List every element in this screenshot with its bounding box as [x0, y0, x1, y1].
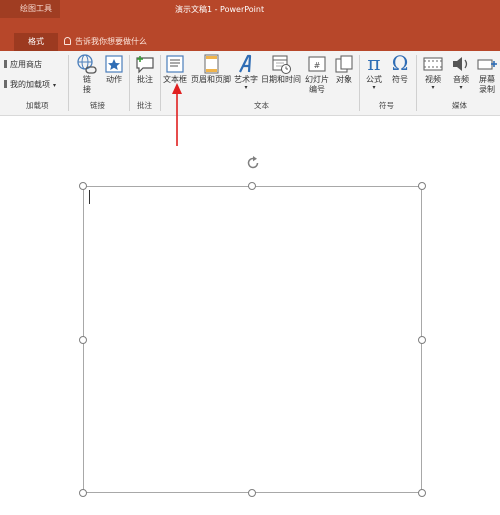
svg-text:#: # — [314, 61, 321, 70]
group-label-comments: 批注 — [137, 101, 152, 110]
equation-button[interactable]: π 公式 ▾ — [362, 51, 386, 91]
resize-handle-top[interactable] — [248, 182, 256, 190]
video-button[interactable]: 视频 ▾ — [420, 53, 446, 91]
symbol-label: 符号 — [392, 75, 408, 84]
text-cursor — [89, 190, 90, 204]
textbox-frame[interactable] — [83, 186, 422, 493]
chevron-down-icon: ▾ — [372, 84, 376, 91]
rotate-handle-icon[interactable] — [245, 155, 261, 171]
textbox-button[interactable]: 文本框 — [162, 53, 188, 85]
group-label-symbols: 符号 — [379, 101, 394, 110]
resize-handle-bottom-right[interactable] — [418, 489, 426, 497]
resize-handle-left[interactable] — [79, 336, 87, 344]
group-label-media: 媒体 — [452, 101, 467, 110]
chevron-down-icon: ▾ — [244, 84, 248, 91]
video-icon — [423, 57, 443, 71]
group-separator — [160, 55, 161, 111]
resize-handle-bottom-left[interactable] — [79, 489, 87, 497]
slide-number-label-2: 编号 — [309, 85, 325, 94]
ribbon: 应用商店 我的加载项 ▾ 加载项 链 接 动作 链接 批注 批注 文本框 页眉和… — [0, 51, 500, 116]
drawing-tools-context-label: 绘图工具 — [0, 0, 60, 18]
wordart-icon — [239, 54, 252, 73]
window-title: 演示文稿1 - PowerPoint — [175, 5, 265, 14]
resize-handle-top-right[interactable] — [418, 182, 426, 190]
link-icon — [77, 54, 97, 74]
tell-me-search[interactable]: 告诉我你想要做什么 — [64, 33, 147, 51]
wordart-button[interactable]: 艺术字 ▾ — [233, 53, 259, 91]
link-label-2: 接 — [83, 85, 91, 94]
chevron-down-icon: ▾ — [459, 84, 463, 91]
slide-number-icon: # — [308, 56, 326, 72]
pi-icon: π — [367, 51, 381, 75]
my-addins-button[interactable]: 我的加载项 ▾ — [4, 79, 56, 90]
datetime-label: 日期和时间 — [261, 75, 301, 84]
screen-recording-button[interactable]: 屏幕 录制 — [474, 53, 500, 95]
header-footer-icon — [204, 54, 219, 74]
textbox-label: 文本框 — [163, 75, 187, 84]
screen-recording-icon — [477, 59, 497, 70]
object-button[interactable]: 对象 — [332, 53, 356, 85]
group-separator — [68, 55, 69, 111]
action-icon — [105, 55, 123, 73]
audio-button[interactable]: 音频 ▾ — [448, 53, 474, 91]
comment-label: 批注 — [137, 75, 153, 84]
title-bar: 绘图工具 演示文稿1 - PowerPoint — [0, 0, 500, 33]
object-icon — [335, 55, 353, 73]
link-label-1: 链 — [83, 75, 91, 84]
action-label: 动作 — [106, 75, 122, 84]
group-label-text: 文本 — [254, 101, 269, 110]
omega-icon: Ω — [391, 51, 409, 75]
store-button[interactable]: 应用商店 — [4, 59, 42, 70]
resize-handle-top-left[interactable] — [79, 182, 87, 190]
my-addins-label: 我的加载项 — [10, 80, 50, 89]
screen-recording-label-1: 屏幕 — [479, 75, 495, 84]
link-button[interactable]: 链 接 — [73, 53, 101, 95]
lightbulb-icon — [64, 37, 71, 45]
audio-icon — [453, 57, 468, 71]
chevron-down-icon: ▾ — [431, 84, 435, 91]
group-label-addins: 加载项 — [26, 101, 49, 110]
comment-button[interactable]: 批注 — [132, 53, 158, 85]
symbol-button[interactable]: Ω 符号 — [388, 51, 412, 85]
slide-number-label-1: 幻灯片 — [305, 75, 329, 84]
addins-icon — [4, 80, 7, 88]
screen-recording-label-2: 录制 — [479, 85, 495, 94]
datetime-icon — [272, 55, 291, 74]
store-icon — [4, 60, 7, 68]
comment-icon — [136, 56, 154, 74]
group-separator — [416, 55, 417, 111]
object-label: 对象 — [336, 75, 352, 84]
group-separator — [129, 55, 130, 111]
powerpoint-window: { "window": { "context_tab": "绘图工具", "ti… — [0, 0, 500, 515]
store-label: 应用商店 — [10, 60, 42, 69]
group-separator — [359, 55, 360, 111]
slide-number-button[interactable]: # 幻灯片 编号 — [303, 53, 331, 95]
ribbon-tab-row: 格式 告诉我你想要做什么 — [0, 33, 500, 51]
header-footer-button[interactable]: 页眉和页脚 — [190, 53, 232, 85]
resize-handle-bottom[interactable] — [248, 489, 256, 497]
resize-handle-right[interactable] — [418, 336, 426, 344]
header-footer-label: 页眉和页脚 — [191, 75, 231, 84]
datetime-button[interactable]: 日期和时间 — [260, 53, 302, 85]
tab-format[interactable]: 格式 — [14, 33, 58, 51]
group-label-links: 链接 — [90, 101, 105, 110]
action-button[interactable]: 动作 — [102, 53, 126, 85]
textbox-icon — [166, 55, 184, 73]
tell-me-label: 告诉我你想要做什么 — [75, 37, 147, 46]
chevron-down-icon: ▾ — [53, 82, 57, 89]
